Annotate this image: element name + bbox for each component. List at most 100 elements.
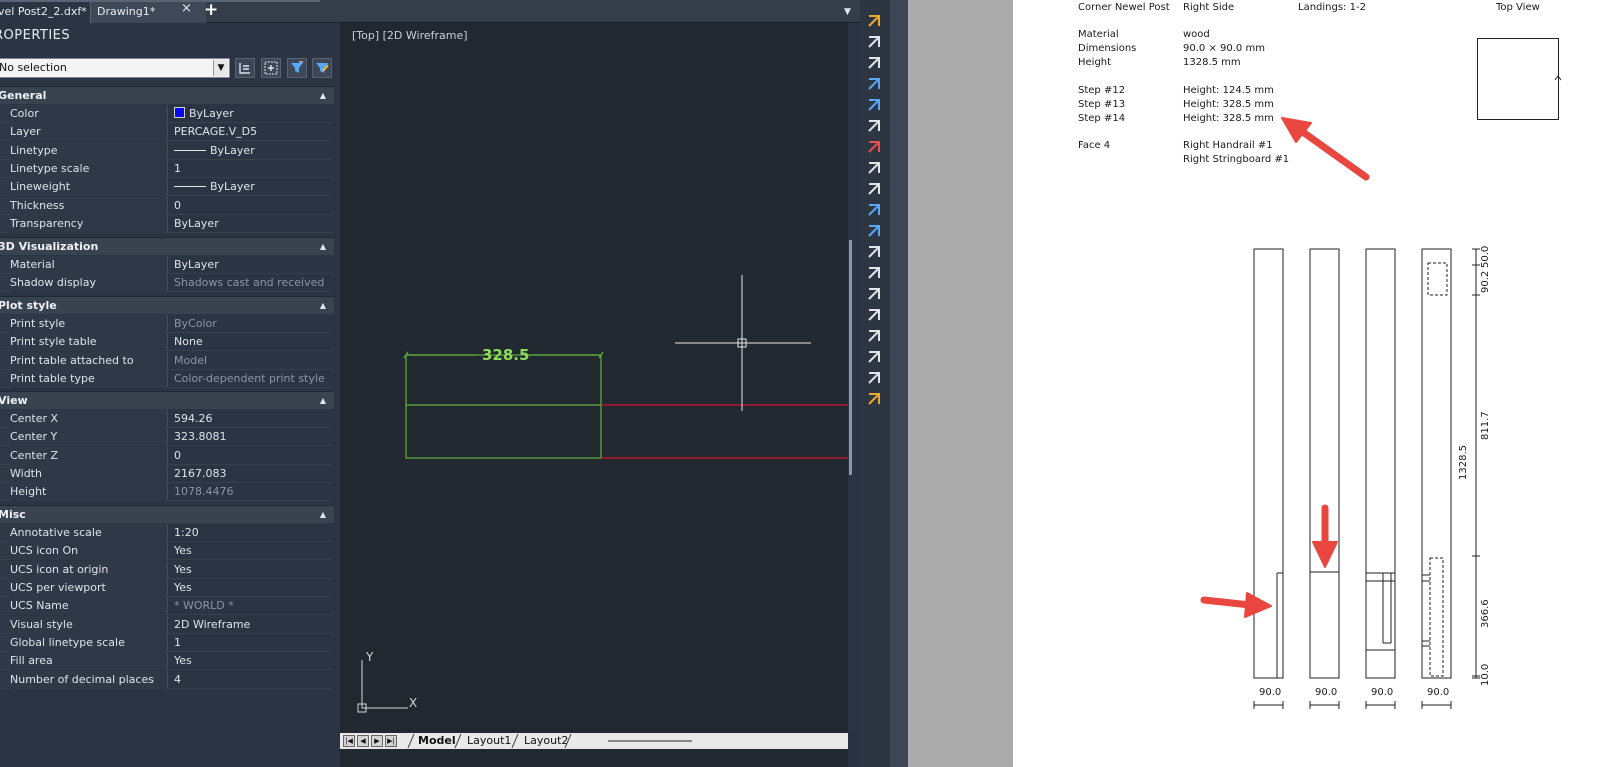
property-value[interactable]: ByLayer bbox=[174, 215, 219, 233]
section-header-general[interactable]: General ▲ bbox=[0, 86, 334, 104]
property-value[interactable]: 0 bbox=[174, 197, 181, 215]
property-value[interactable]: 1078.4476 bbox=[174, 483, 234, 501]
property-value[interactable]: 4 bbox=[174, 671, 181, 689]
tab-model[interactable]: Model bbox=[418, 733, 456, 749]
explode-icon[interactable] bbox=[866, 370, 882, 386]
property-row[interactable]: Linetype ByLayer bbox=[0, 141, 333, 160]
blend-icon[interactable] bbox=[866, 349, 882, 365]
filter-icon[interactable] bbox=[312, 58, 332, 78]
property-value[interactable]: Yes bbox=[174, 652, 192, 670]
property-row[interactable]: Width 2167.083 bbox=[0, 465, 333, 484]
property-row[interactable]: Height 1078.4476 bbox=[0, 483, 333, 502]
property-row[interactable]: Lineweight ByLayer bbox=[0, 178, 333, 197]
rotate-icon[interactable] bbox=[866, 139, 882, 155]
property-value[interactable]: Model bbox=[174, 352, 207, 370]
property-row[interactable]: Print table attached to Model bbox=[0, 351, 333, 370]
erase-icon[interactable] bbox=[866, 13, 882, 29]
tab-layout2[interactable]: Layout2 bbox=[524, 733, 568, 749]
property-value[interactable]: 1 bbox=[174, 160, 181, 178]
property-value[interactable]: Yes bbox=[174, 561, 192, 579]
property-row[interactable]: UCS icon On Yes bbox=[0, 542, 333, 561]
horizontal-scrollbar[interactable] bbox=[608, 740, 692, 742]
section-header-view[interactable]: View ▲ bbox=[0, 391, 334, 409]
collapse-icon[interactable]: ▲ bbox=[320, 297, 326, 315]
property-row[interactable]: UCS Name * WORLD * bbox=[0, 597, 333, 616]
quick-select-icon[interactable] bbox=[287, 58, 307, 78]
offset-icon[interactable] bbox=[866, 76, 882, 92]
edit-polyline-icon[interactable] bbox=[866, 391, 882, 407]
property-row[interactable]: Fill area Yes bbox=[0, 652, 333, 671]
trim-icon[interactable] bbox=[866, 202, 882, 218]
property-row[interactable]: Shadow display Shadows cast and received bbox=[0, 274, 333, 293]
property-value[interactable]: ByLayer bbox=[174, 178, 255, 196]
viewport-label[interactable]: [Top] [2D Wireframe] bbox=[352, 29, 468, 42]
property-value[interactable]: Yes bbox=[174, 542, 192, 560]
last-layout-icon[interactable]: ▶| bbox=[385, 735, 397, 747]
property-value[interactable]: Shadows cast and received bbox=[174, 274, 324, 292]
property-value[interactable]: PERCAGE.V_D5 bbox=[174, 123, 257, 141]
extend-icon[interactable] bbox=[866, 223, 882, 239]
chevron-down-icon[interactable]: ▼ bbox=[844, 7, 851, 17]
stretch-icon[interactable] bbox=[866, 181, 882, 197]
property-row[interactable]: Print style ByColor bbox=[0, 315, 333, 333]
property-row[interactable]: Visual style 2D Wireframe bbox=[0, 615, 333, 634]
section-header-viz[interactable]: 3D Visualization ▲ bbox=[0, 237, 334, 255]
property-row[interactable]: Center Z 0 bbox=[0, 446, 333, 465]
property-value[interactable]: 323.8081 bbox=[174, 428, 227, 446]
property-value[interactable]: 1 bbox=[174, 634, 181, 652]
close-tab-icon[interactable]: × bbox=[181, 1, 192, 16]
property-row[interactable]: UCS icon at origin Yes bbox=[0, 560, 333, 579]
break-icon[interactable] bbox=[866, 244, 882, 260]
property-row[interactable]: Print style table None bbox=[0, 333, 333, 352]
section-header-plot[interactable]: Plot style ▲ bbox=[0, 296, 334, 314]
mirror-icon[interactable] bbox=[866, 55, 882, 71]
property-value[interactable]: 594.26 bbox=[174, 410, 213, 428]
property-row[interactable]: Layer PERCAGE.V_D5 bbox=[0, 123, 333, 142]
dimension-text[interactable]: 328.5 bbox=[482, 346, 529, 364]
move-icon[interactable] bbox=[866, 118, 882, 134]
property-row[interactable]: Annotative scale 1:20 bbox=[0, 524, 333, 542]
selection-dropdown[interactable]: No selection ▼ bbox=[0, 58, 230, 78]
property-row[interactable]: Linetype scale 1 bbox=[0, 160, 333, 179]
chevron-down-icon[interactable]: ▼ bbox=[213, 60, 228, 76]
collapse-icon[interactable]: ▲ bbox=[320, 392, 326, 410]
property-value[interactable]: ByColor bbox=[174, 315, 217, 333]
property-row[interactable]: Center Y 323.8081 bbox=[0, 428, 333, 447]
prev-layout-icon[interactable]: ◀ bbox=[357, 735, 369, 747]
drawing-viewport[interactable]: [Top] [2D Wireframe] bbox=[340, 23, 848, 767]
break-at-point-icon[interactable] bbox=[866, 265, 882, 281]
property-row[interactable]: UCS per viewport Yes bbox=[0, 579, 333, 598]
property-row[interactable]: Number of decimal places 4 bbox=[0, 670, 333, 689]
first-layout-icon[interactable]: |◀ bbox=[343, 735, 355, 747]
join-icon[interactable] bbox=[866, 286, 882, 302]
property-row[interactable]: Transparency ByLayer bbox=[0, 215, 333, 234]
property-value[interactable]: 2167.083 bbox=[174, 465, 227, 483]
tab-layout1[interactable]: Layout1 bbox=[467, 733, 511, 749]
select-objects-icon[interactable] bbox=[261, 58, 281, 78]
section-header-misc[interactable]: Misc ▲ bbox=[0, 505, 334, 523]
property-row[interactable]: Print table type Color-dependent print st… bbox=[0, 370, 333, 389]
toggle-pickadd-icon[interactable] bbox=[235, 58, 255, 78]
property-value[interactable]: * WORLD * bbox=[174, 597, 234, 615]
chamfer-icon[interactable] bbox=[866, 307, 882, 323]
property-value[interactable]: ByLayer bbox=[174, 142, 255, 160]
property-value[interactable]: 0 bbox=[174, 447, 181, 465]
copy-icon[interactable] bbox=[866, 34, 882, 50]
property-row[interactable]: Material ByLayer bbox=[0, 256, 333, 274]
property-value[interactable]: 1:20 bbox=[174, 524, 199, 542]
property-value[interactable]: Yes bbox=[174, 579, 192, 597]
property-value[interactable]: ByLayer bbox=[174, 256, 219, 274]
collapse-icon[interactable]: ▲ bbox=[320, 238, 326, 256]
scrollbar-thumb[interactable] bbox=[849, 240, 852, 475]
property-value[interactable]: ByLayer bbox=[174, 105, 234, 123]
property-value[interactable]: None bbox=[174, 333, 203, 351]
array-icon[interactable] bbox=[866, 97, 882, 113]
property-row[interactable]: Global linetype scale 1 bbox=[0, 634, 333, 653]
property-value[interactable]: Color-dependent print style bbox=[174, 370, 325, 388]
property-row[interactable]: Color ByLayer bbox=[0, 105, 333, 123]
property-value[interactable]: 2D Wireframe bbox=[174, 616, 250, 634]
scale-icon[interactable] bbox=[866, 160, 882, 176]
collapse-icon[interactable]: ▲ bbox=[320, 87, 326, 105]
property-row[interactable]: Center X 594.26 bbox=[0, 410, 333, 428]
property-row[interactable]: Thickness 0 bbox=[0, 196, 333, 215]
